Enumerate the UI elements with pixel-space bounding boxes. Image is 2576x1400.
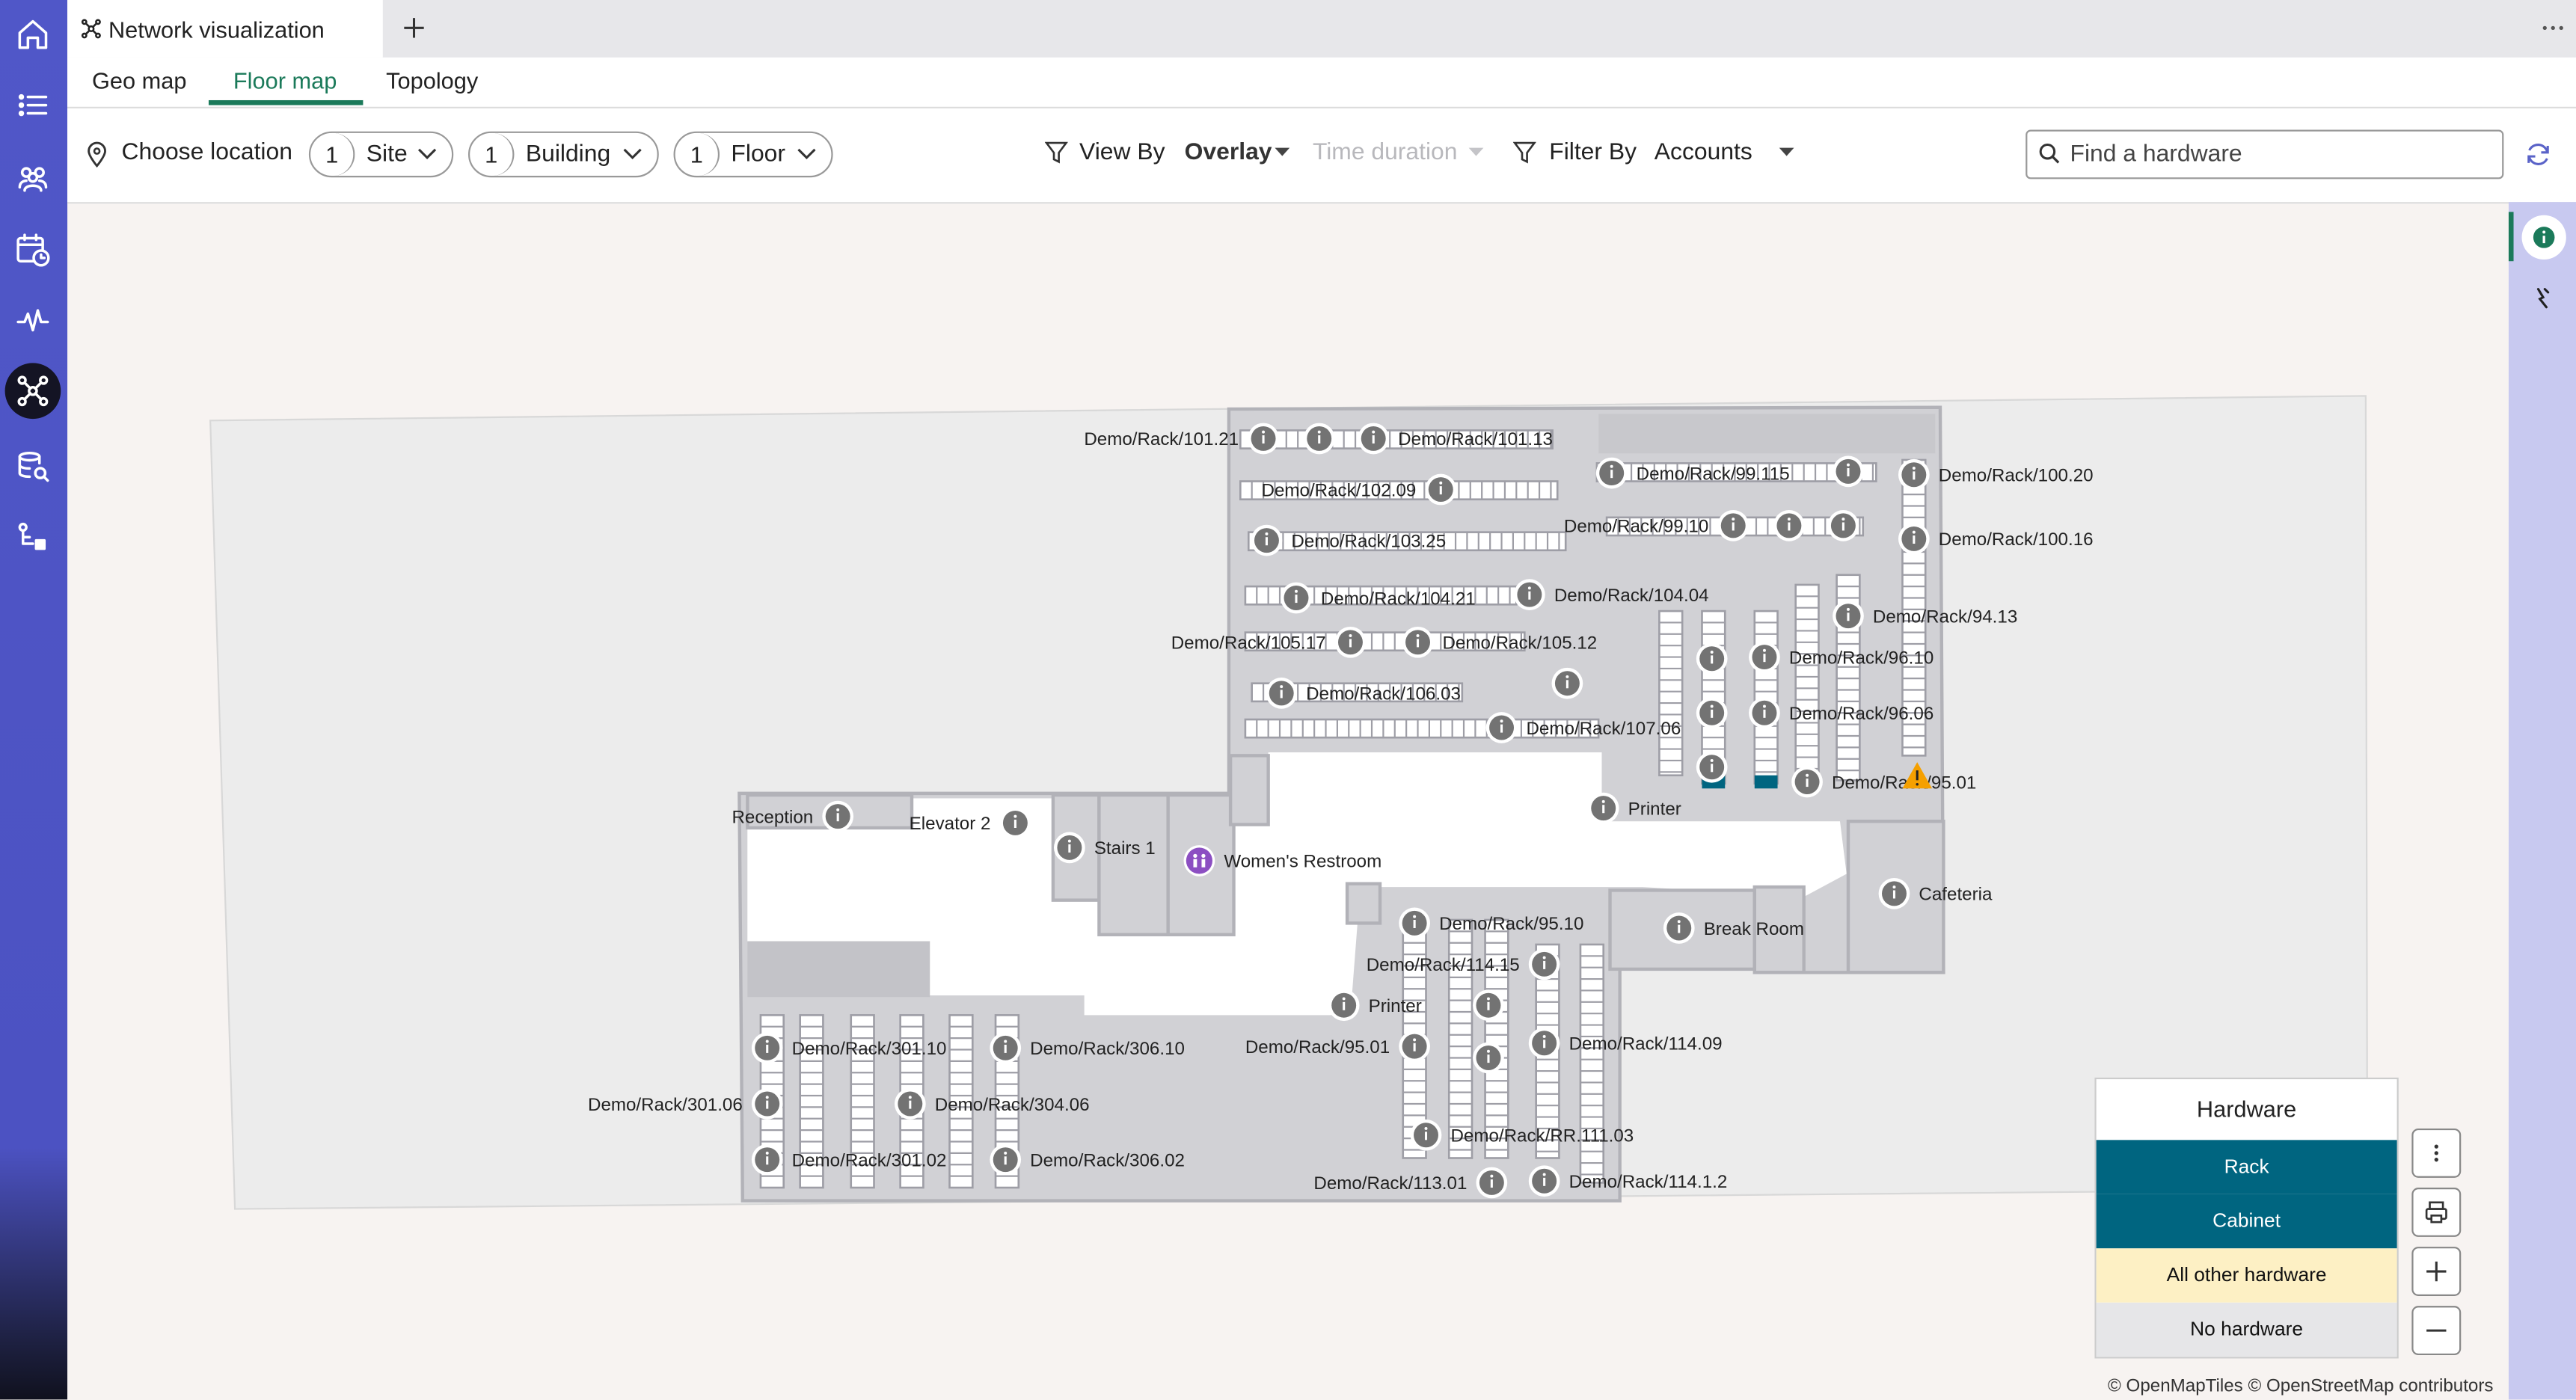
map-marker[interactable] <box>1473 1042 1504 1074</box>
hardware-legend: Hardware Rack Cabinet All other hardware… <box>2094 1077 2399 1359</box>
map-marker-label: Demo/Rack/101.13 <box>1398 429 1553 449</box>
map-marker-label: Stairs 1 <box>1094 838 1156 859</box>
map-marker-label: Demo/Rack/114.09 <box>1569 1034 1723 1054</box>
map-marker-label: Break Room <box>1704 919 1804 939</box>
map-marker-label: Reception <box>732 807 813 827</box>
map-marker-label: Demo/Rack/96.06 <box>1789 704 1933 724</box>
map-marker[interactable] <box>1827 509 1859 541</box>
map-marker[interactable] <box>1696 697 1728 729</box>
map-marker-label: Demo/Rack/301.02 <box>792 1150 947 1170</box>
map-marker[interactable] <box>1696 642 1728 675</box>
map-marker-label: Demo/Rack/102.09 <box>1262 480 1417 500</box>
map-marker-label: Women's Restroom <box>1224 852 1381 872</box>
map-marker-label: Printer <box>1628 799 1681 819</box>
rack-highlight <box>1754 775 1778 789</box>
rack-column <box>1658 610 1684 777</box>
map-menu-button[interactable] <box>2411 1128 2462 1178</box>
legend-title: Hardware <box>2196 1096 2297 1123</box>
map-marker-label: Demo/Rack/106.03 <box>1306 684 1461 704</box>
legend-item-all-other-hardware: All other hardware <box>2096 1248 2397 1303</box>
print-button[interactable] <box>2411 1188 2462 1237</box>
map-marker-label: Demo/Rack/94.13 <box>1873 607 2017 627</box>
map-marker-label: Demo/Rack/301.06 <box>588 1095 743 1115</box>
map-marker-label: Demo/Rack/100.16 <box>1939 529 2094 550</box>
legend-item-rack: Rack <box>2096 1140 2397 1194</box>
map-marker-label: Demo/Rack/100.20 <box>1939 466 2094 486</box>
map-marker-label: Demo/Rack/RR.111.03 <box>1450 1126 1634 1146</box>
legend-item-no-hardware: No hardware <box>2096 1302 2397 1357</box>
map-marker-label: Demo/Rack/104.04 <box>1554 586 1709 606</box>
map-marker-label: Demo/Rack/95.01 <box>1832 773 1976 793</box>
map-marker-label: Demo/Rack/103.25 <box>1291 531 1446 551</box>
map-marker-label: Demo/Rack/306.10 <box>1030 1039 1185 1059</box>
legend-item-cabinet: Cabinet <box>2096 1194 2397 1249</box>
map-marker[interactable] <box>1833 455 1864 488</box>
map-marker[interactable] <box>1773 509 1805 541</box>
map-marker-label: Demo/Rack/113.01 <box>1313 1173 1467 1194</box>
map-marker-label: Demo/Rack/304.06 <box>935 1095 1090 1115</box>
zoom-in-button[interactable] <box>2411 1247 2462 1296</box>
map-marker-label: Demo/Rack/95.10 <box>1439 914 1583 934</box>
map-marker-label: Demo/Rack/306.02 <box>1030 1150 1185 1170</box>
map-marker-label: Demo/Rack/107.06 <box>1526 719 1681 739</box>
map-marker-label: Demo/Rack/99.10 <box>1564 517 1708 537</box>
zoom-out-button[interactable] <box>2411 1306 2462 1356</box>
map-marker-label: Demo/Rack/101.21 <box>1084 429 1239 449</box>
map-marker-label: Demo/Rack/105.12 <box>1442 633 1597 654</box>
map-marker-label: Printer <box>1369 996 1422 1016</box>
map-marker-label: Demo/Rack/114.1.2 <box>1569 1172 1728 1192</box>
map-marker[interactable] <box>1473 989 1504 1022</box>
rack-column <box>1753 610 1779 785</box>
map-marker-label: Elevator 2 <box>910 814 991 834</box>
map-marker-label: Demo/Rack/104.21 <box>1321 589 1476 609</box>
map-marker[interactable] <box>1303 423 1335 455</box>
map-marker[interactable] <box>1551 667 1583 699</box>
map-attribution: © OpenMapTiles © OpenStreetMap contribut… <box>2108 1376 2494 1396</box>
rack-column <box>1579 943 1605 1184</box>
map-marker-label: Cafeteria <box>1919 885 1993 905</box>
map-marker-label: Demo/Rack/96.10 <box>1789 648 1933 668</box>
map-marker-label: Demo/Rack/99.115 <box>1637 464 1790 484</box>
rack-column <box>1794 583 1820 783</box>
minus-icon <box>2426 1329 2447 1332</box>
more-vertical-icon <box>2434 1144 2438 1162</box>
restroom-icon <box>1186 847 1212 874</box>
print-icon <box>2425 1201 2447 1224</box>
map-marker-label: Demo/Rack/114.15 <box>1367 955 1520 975</box>
map-marker-label: Demo/Rack/301.10 <box>792 1039 947 1059</box>
map-marker[interactable] <box>1696 751 1728 783</box>
map-marker-label: Demo/Rack/105.17 <box>1171 633 1326 654</box>
plus-icon <box>2426 1261 2447 1282</box>
map-marker-label: Demo/Rack/95.01 <box>1245 1037 1390 1057</box>
